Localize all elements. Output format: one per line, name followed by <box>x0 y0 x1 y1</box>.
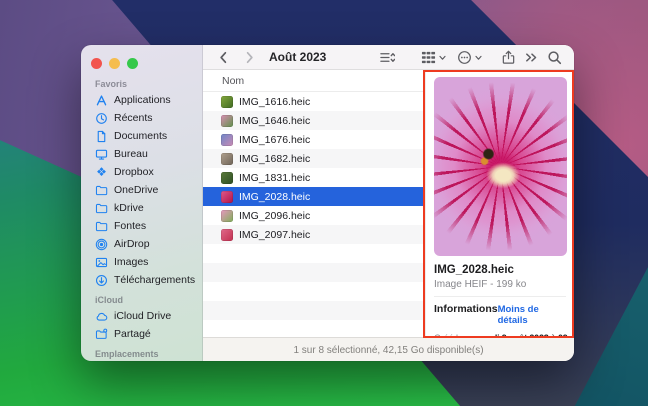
minimize-button[interactable] <box>109 58 120 69</box>
empty-row <box>203 263 425 282</box>
sidebar-item-images[interactable]: Images <box>81 253 202 271</box>
sidebar-item-label: OneDrive <box>114 184 159 196</box>
status-bar: 1 sur 8 sélectionné, 42,15 Go disponible… <box>203 337 574 361</box>
desktop-icon <box>95 148 108 161</box>
search-icon[interactable] <box>547 50 562 65</box>
file-name: IMG_2097.heic <box>239 228 311 241</box>
photo-icon <box>95 256 108 269</box>
file-name: IMG_1616.heic <box>239 95 311 108</box>
file-row-img-2097-heic[interactable]: IMG_2097.heic <box>203 225 425 244</box>
file-name: IMG_1646.heic <box>239 114 311 127</box>
file-name: IMG_2028.heic <box>239 190 311 203</box>
download-icon <box>95 274 108 287</box>
column-header-name[interactable]: Nom <box>203 70 425 92</box>
file-thumbnail <box>221 209 233 222</box>
sidebar-item-documents[interactable]: Documents <box>81 127 202 145</box>
sidebar-item-label: Applications <box>114 94 171 106</box>
empty-row <box>203 244 425 263</box>
shared-folder-icon <box>95 328 108 341</box>
file-name: IMG_1676.heic <box>239 133 311 146</box>
preview-image <box>434 77 567 256</box>
file-row-img-1682-heic[interactable]: IMG_1682.heic <box>203 149 425 168</box>
sidebar-section-label-favoris: Favoris <box>95 79 128 89</box>
sidebar-item-label: Bureau <box>114 148 148 160</box>
sidebar-item-airdrop[interactable]: AirDrop <box>81 235 202 253</box>
file-name: IMG_1831.heic <box>239 171 311 184</box>
sidebar-item-fontes[interactable]: Fontes <box>81 217 202 235</box>
sidebar-item-recents[interactable]: Récents <box>81 109 202 127</box>
sidebar-item-applications[interactable]: Applications <box>81 91 202 109</box>
sidebar-item-label: Documents <box>114 130 168 142</box>
clock-icon <box>95 112 108 125</box>
dropbox-icon: ❖ <box>96 165 107 179</box>
content-area: Nom IMG_1616.heic IMG_1646.heic IMG_1676.h… <box>203 70 574 361</box>
cloud-icon <box>95 310 108 323</box>
sidebar-item-label: kDrive <box>114 202 144 214</box>
folder-icon <box>95 220 108 233</box>
file-name: IMG_2096.heic <box>239 209 311 222</box>
list-sort-icon[interactable] <box>380 50 395 65</box>
sidebar-item-label: Images <box>114 256 149 268</box>
preview-file-name: IMG_2028.heic <box>434 264 514 276</box>
file-row-img-1831-heic[interactable]: IMG_1831.heic <box>203 168 425 187</box>
sidebar-item-label: iCloud Drive <box>114 310 172 322</box>
double-chevron-icon[interactable] <box>524 50 539 65</box>
window-title: Août 2023 <box>269 50 327 64</box>
chevron-down-icon[interactable] <box>438 50 447 65</box>
more-options-icon[interactable] <box>457 50 472 65</box>
sidebar-item-dropbox[interactable]: ❖ Dropbox <box>81 163 202 181</box>
back-button[interactable] <box>216 50 231 65</box>
sidebar-item-label: Fontes <box>114 220 147 232</box>
sidebar-item-onedrive[interactable]: OneDrive <box>81 181 202 199</box>
file-thumbnail <box>221 171 233 184</box>
forward-button[interactable] <box>242 50 257 65</box>
sidebar-item-label: Téléchargements <box>114 274 196 286</box>
preview-pane: IMG_2028.heic Image HEIF - 199 ko Inform… <box>425 70 574 361</box>
less-details-link[interactable]: Moins de détails <box>498 304 566 326</box>
toolbar: Août 2023 <box>203 45 574 70</box>
zoom-button[interactable] <box>127 58 138 69</box>
applications-icon <box>95 94 108 107</box>
sidebar: Favoris Applications Récents Documents Burea… <box>81 45 203 361</box>
empty-row <box>203 301 425 320</box>
file-thumbnail <box>221 114 233 127</box>
file-name: IMG_1682.heic <box>239 152 311 165</box>
sidebar-item-telechargements[interactable]: Téléchargements <box>81 271 202 289</box>
sidebar-section-label-emplacements: Emplacements <box>95 349 159 359</box>
chevron-down-icon[interactable] <box>474 50 483 65</box>
preview-file-meta: Image HEIF - 199 ko <box>434 279 566 297</box>
sidebar-item-label: Dropbox <box>114 166 154 178</box>
share-icon[interactable] <box>501 50 516 65</box>
file-row-img-1646-heic[interactable]: IMG_1646.heic <box>203 111 425 130</box>
file-row-img-1676-heic[interactable]: IMG_1676.heic <box>203 130 425 149</box>
file-thumbnail <box>221 133 233 146</box>
informations-label: Informations <box>434 303 498 315</box>
sidebar-item-partage[interactable]: Partagé <box>81 325 202 343</box>
sidebar-item-label: Partagé <box>114 328 151 340</box>
sidebar-item-kdrive[interactable]: kDrive <box>81 199 202 217</box>
close-button[interactable] <box>91 58 102 69</box>
sidebar-item-label: Récents <box>114 112 153 124</box>
file-thumbnail <box>221 95 233 108</box>
finder-window: Favoris Applications Récents Documents Burea… <box>81 45 574 361</box>
airdrop-icon <box>95 238 108 251</box>
sidebar-section-label-icloud: iCloud <box>95 295 123 305</box>
document-icon <box>95 130 108 143</box>
file-row-img-2096-heic[interactable]: IMG_2096.heic <box>203 206 425 225</box>
folder-icon <box>95 184 108 197</box>
file-row-img-1616-heic[interactable]: IMG_1616.heic <box>203 92 425 111</box>
file-row-img-2028-heic[interactable]: IMG_2028.heic <box>203 187 425 206</box>
grid-view-icon[interactable] <box>421 50 436 65</box>
empty-row <box>203 282 425 301</box>
sidebar-item-bureau[interactable]: Bureau <box>81 145 202 163</box>
folder-icon <box>95 202 108 215</box>
sidebar-item-icloud-drive[interactable]: iCloud Drive <box>81 307 202 325</box>
traffic-lights <box>81 45 202 73</box>
file-thumbnail <box>221 190 233 203</box>
file-thumbnail <box>221 152 233 165</box>
file-list: Nom IMG_1616.heic IMG_1646.heic IMG_1676.h… <box>203 70 425 337</box>
main-area: Août 2023 Nom IMG_1616.heic IMG_1646.heic… <box>203 45 574 361</box>
sidebar-item-label: AirDrop <box>114 238 150 250</box>
file-thumbnail <box>221 228 233 241</box>
